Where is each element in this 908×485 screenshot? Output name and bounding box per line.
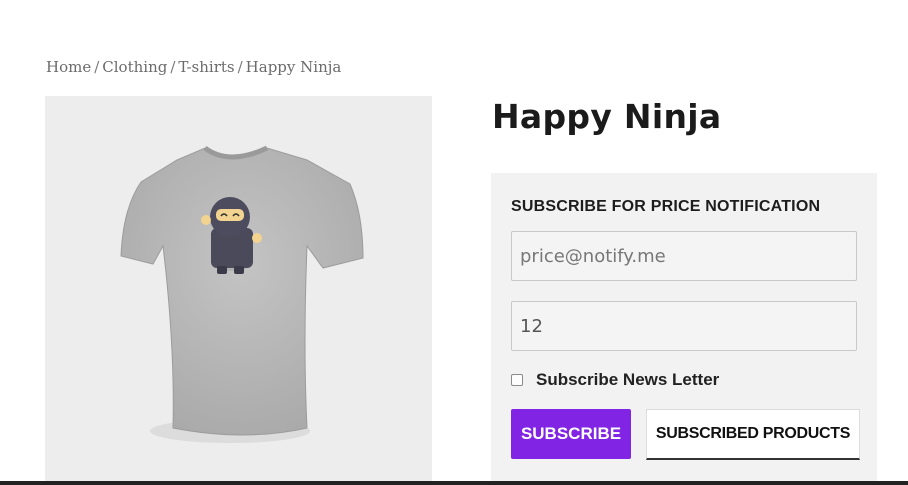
product-page: Home/Clothing/T-shirts/Happy Ninja [0, 0, 908, 485]
ninja-tshirt-image [120, 145, 364, 443]
breadcrumb-current: Happy Ninja [245, 58, 342, 76]
product-title: Happy Ninja [492, 97, 722, 136]
bottom-bar [0, 481, 908, 485]
subscribe-button[interactable]: SUBSCRIBE [511, 409, 631, 459]
breadcrumb-home[interactable]: Home [46, 58, 91, 76]
breadcrumb-clothing[interactable]: Clothing [102, 58, 167, 76]
breadcrumb-separator: / [94, 58, 100, 76]
breadcrumb-separator: / [170, 58, 176, 76]
quantity-input[interactable] [511, 301, 857, 351]
email-input[interactable] [511, 231, 857, 281]
panel-heading: SUBSCRIBE FOR PRICE NOTIFICATION [511, 198, 821, 215]
newsletter-checkbox[interactable] [511, 374, 523, 386]
breadcrumb-tshirts[interactable]: T-shirts [178, 58, 234, 76]
newsletter-option[interactable]: Subscribe News Letter [511, 370, 719, 390]
subscribed-products-button[interactable]: SUBSCRIBED PRODUCTS [646, 409, 860, 460]
product-image[interactable] [45, 96, 432, 485]
breadcrumb-separator: / [237, 58, 243, 76]
price-notification-panel: SUBSCRIBE FOR PRICE NOTIFICATION Subscri… [491, 173, 877, 485]
breadcrumb: Home / Clothing / T-shirts / Happy Ninja [46, 58, 341, 76]
newsletter-label[interactable]: Subscribe News Letter [536, 370, 719, 390]
tshirt-shape [120, 147, 364, 436]
